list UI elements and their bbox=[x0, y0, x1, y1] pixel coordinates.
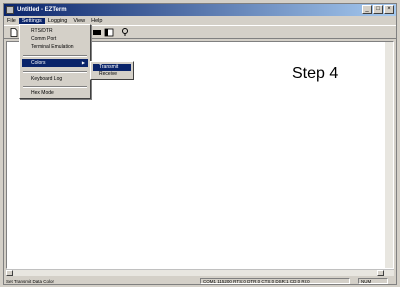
step-label: Step 4 bbox=[292, 65, 339, 82]
submenu-item-receive[interactable]: Receive bbox=[93, 71, 131, 78]
vertical-scrollbar[interactable] bbox=[385, 42, 393, 268]
menu-item-rts-dtr[interactable]: RTS/DTR bbox=[22, 27, 88, 35]
port-status: COM1 115200 RTS:0 DTR:0 CTS:0 DSR:1 CD:0… bbox=[200, 278, 350, 284]
app-icon[interactable] bbox=[6, 6, 14, 14]
menu-item-comm-port[interactable]: Comm Port bbox=[22, 35, 88, 43]
num-lock-indicator: NUM bbox=[358, 278, 388, 284]
menu-logging[interactable]: Logging bbox=[45, 18, 71, 24]
status-message: Set Transmit Data Color bbox=[6, 278, 55, 284]
scroll-left-icon[interactable] bbox=[6, 270, 13, 276]
status-bar: Set Transmit Data Color COM1 115200 RTS:… bbox=[4, 277, 396, 285]
menu-item-colors[interactable]: Colors ▶ bbox=[22, 59, 88, 67]
maximize-button[interactable]: □ bbox=[373, 5, 383, 14]
settings-menu: RTS/DTR Comm Port Terminal Emulation Col… bbox=[19, 24, 91, 99]
submenu-item-transmit[interactable]: Transmit bbox=[93, 64, 131, 71]
menu-item-colors-label: Colors bbox=[31, 60, 46, 66]
menu-item-terminal-emulation[interactable]: Terminal Emulation bbox=[22, 43, 88, 51]
menu-view[interactable]: View bbox=[70, 18, 88, 24]
horizontal-scrollbar[interactable] bbox=[6, 269, 394, 276]
menu-separator bbox=[23, 55, 87, 57]
window-controls: _ □ × bbox=[362, 5, 394, 14]
menu-separator bbox=[23, 71, 87, 73]
title-bar[interactable]: Untitled - EZTerm _ □ × bbox=[4, 4, 396, 16]
new-file-icon[interactable] bbox=[9, 28, 19, 37]
connect-icon[interactable] bbox=[92, 28, 102, 37]
window-title: Untitled - EZTerm bbox=[17, 7, 67, 13]
menu-file[interactable]: File bbox=[4, 18, 19, 24]
colors-submenu: Transmit Receive bbox=[90, 61, 134, 80]
menu-item-hex-mode[interactable]: Hex Mode bbox=[22, 89, 88, 97]
submenu-arrow-icon: ▶ bbox=[81, 60, 85, 65]
menu-settings[interactable]: Settings bbox=[18, 17, 45, 24]
menu-separator bbox=[23, 86, 87, 88]
minimize-button[interactable]: _ bbox=[362, 5, 372, 14]
menu-help[interactable]: Help bbox=[88, 18, 105, 24]
terminal-icon[interactable] bbox=[104, 28, 114, 37]
menu-item-keyboard-log[interactable]: Keyboard Log bbox=[22, 75, 88, 83]
close-button[interactable]: × bbox=[384, 5, 394, 14]
help-icon[interactable] bbox=[120, 28, 130, 37]
scroll-right-icon[interactable] bbox=[377, 270, 384, 276]
